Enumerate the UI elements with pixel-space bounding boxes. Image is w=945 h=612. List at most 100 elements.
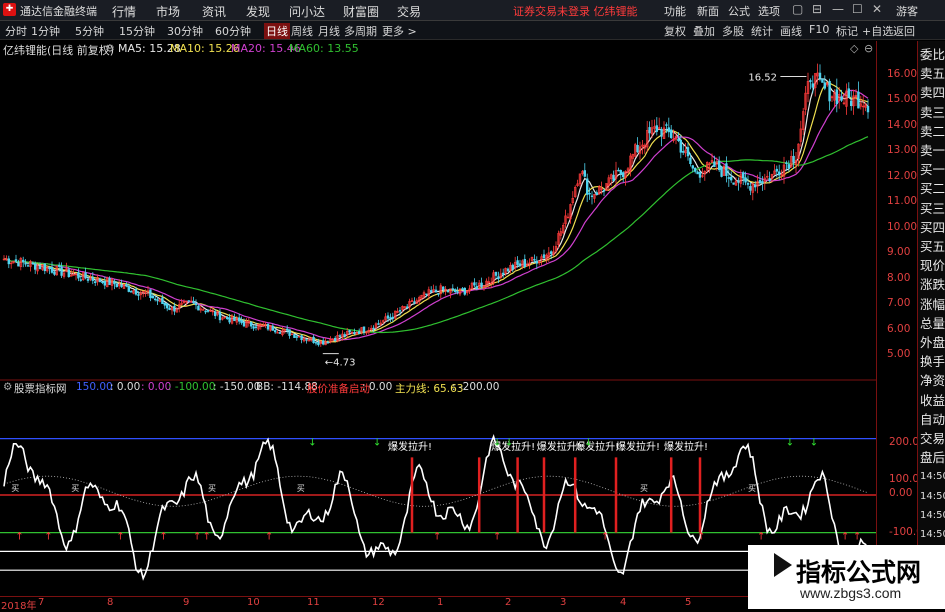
menu-news[interactable]: 资讯 xyxy=(202,3,226,20)
maximize-icon[interactable]: ☐ xyxy=(852,2,863,16)
price-tick: 16.00 xyxy=(887,68,918,80)
menu-options[interactable]: 选项 xyxy=(758,3,780,19)
candle-body xyxy=(154,298,157,301)
side-label[interactable]: 现价 xyxy=(920,258,945,274)
candle-body xyxy=(60,266,63,276)
menu-function[interactable]: 功能 xyxy=(664,3,686,19)
candle-body xyxy=(240,319,243,324)
period-multi[interactable]: 多周期 xyxy=(344,23,377,39)
side-label[interactable]: 买五 xyxy=(920,239,945,255)
side-label[interactable]: 涨跌 xyxy=(920,277,945,293)
indicator-value-j: : -200.00 xyxy=(452,381,500,393)
side-label[interactable]: 总量 xyxy=(920,316,945,332)
candle-body xyxy=(523,258,527,268)
btn-overlay[interactable]: 叠加 xyxy=(693,23,715,39)
candle-body xyxy=(463,287,466,295)
candle-body xyxy=(451,288,454,290)
candle-body xyxy=(168,308,171,310)
date-label: 10 xyxy=(247,597,260,608)
candle-body xyxy=(372,327,375,330)
side-label[interactable]: 14:50 xyxy=(920,527,945,543)
btn-mark[interactable]: 标记 xyxy=(836,23,858,39)
period-15min[interactable]: 15分钟 xyxy=(119,23,155,39)
side-label[interactable]: 买二 xyxy=(920,181,945,197)
btn-multi-stock[interactable]: 多股 xyxy=(722,23,744,39)
candle-body xyxy=(228,317,231,323)
side-label[interactable]: 买一 xyxy=(920,162,945,178)
date-label: 1 xyxy=(437,597,444,608)
btn-stats[interactable]: 统计 xyxy=(751,23,773,39)
side-label[interactable]: 14:50 xyxy=(920,469,945,485)
period-60min[interactable]: 60分钟 xyxy=(215,23,251,39)
menu-trade[interactable]: 交易 xyxy=(397,3,421,20)
side-label[interactable]: 卖三 xyxy=(920,105,945,121)
indicator-value-b: : 0.00 xyxy=(110,381,141,393)
btn-draw[interactable]: 画线 xyxy=(780,23,802,39)
candle-body xyxy=(693,167,697,172)
period-weekly[interactable]: 周线 xyxy=(291,23,313,39)
arrow-up-icon: ↑ xyxy=(841,531,849,542)
arrow-down-icon: ↓ xyxy=(493,437,501,448)
side-label[interactable]: 卖四 xyxy=(920,85,945,101)
period-30min[interactable]: 30分钟 xyxy=(167,23,203,39)
guest-label[interactable]: 游客 xyxy=(896,3,918,19)
side-label[interactable]: 涨幅 xyxy=(920,297,945,313)
candle-body xyxy=(453,289,457,292)
indicator-settings-icon[interactable]: ⚙ xyxy=(3,381,12,393)
candle-body xyxy=(679,139,683,153)
side-label[interactable]: 净资 xyxy=(920,373,945,389)
indicator-tick: 0.00 xyxy=(889,487,913,499)
side-label[interactable]: 买三 xyxy=(920,201,945,217)
menubar: ✚ 通达信金融终端 行情 市场 资讯 发现 问小达 财富圈 交易 证券交易未登录… xyxy=(0,0,945,21)
minimize-icon[interactable]: — xyxy=(832,2,844,16)
period-monthly[interactable]: 月线 xyxy=(318,23,340,39)
candle-body xyxy=(821,78,824,83)
btn-restore-right[interactable]: 复权 xyxy=(664,23,686,39)
btn-f10[interactable]: F10 xyxy=(809,23,829,36)
side-label[interactable]: 14:50 xyxy=(920,508,945,524)
menu-market[interactable]: 市场 xyxy=(156,3,180,20)
candle-body xyxy=(214,311,217,317)
btn-add-favorite[interactable]: +自选 xyxy=(862,23,893,39)
menu-formula[interactable]: 公式 xyxy=(728,3,750,19)
buy-mark: 买 xyxy=(11,484,19,493)
candle-body xyxy=(305,339,308,341)
price-chart[interactable]: 16.52←4.73 爆发拉升! 爆发拉升! 爆发拉升!爆发拉升!爆发拉升! 爆发拉升… xyxy=(0,41,876,596)
candle-body xyxy=(317,342,320,346)
btn-back[interactable]: 返回 xyxy=(893,23,915,39)
watermark-title: 指标公式网 xyxy=(796,558,922,587)
side-label[interactable]: 盘后 xyxy=(920,450,945,466)
candle-body xyxy=(732,182,735,185)
menu-discover[interactable]: 发现 xyxy=(246,3,270,20)
side-label[interactable]: 卖二 xyxy=(920,124,945,140)
side-label[interactable]: 委比 xyxy=(920,47,945,63)
period-5min[interactable]: 5分钟 xyxy=(75,23,104,39)
candle-body xyxy=(497,276,500,279)
side-label[interactable]: 收益 xyxy=(920,393,945,409)
period-daily[interactable]: 日线 xyxy=(264,23,290,39)
login-status[interactable]: 证券交易未登录 亿纬锂能 xyxy=(513,3,638,19)
side-label[interactable]: 14:50 xyxy=(920,489,945,505)
candle-body xyxy=(473,282,476,286)
buy-mark: 买 xyxy=(297,484,305,493)
period-1min[interactable]: 1分钟 xyxy=(31,23,60,39)
menu-wealth[interactable]: 财富圈 xyxy=(343,3,379,20)
period-more[interactable]: 更多 > xyxy=(382,23,417,39)
side-label[interactable]: 卖一 xyxy=(920,143,945,159)
side-label[interactable]: 交易 xyxy=(920,431,945,447)
close-icon[interactable]: ✕ xyxy=(872,2,882,16)
side-label[interactable]: 买四 xyxy=(920,220,945,236)
period-toolbar: 分时 1分钟 5分钟 15分钟 30分钟 60分钟 日线 周线 月线 多周期 更… xyxy=(0,21,945,40)
menu-new-page[interactable]: 新面 xyxy=(697,3,719,19)
user-icon[interactable]: ▢ xyxy=(792,2,803,16)
candle-body xyxy=(602,190,606,192)
side-label[interactable]: 自动 xyxy=(920,412,945,428)
period-timeshare[interactable]: 分时 xyxy=(5,23,27,39)
window-icon[interactable]: ⊟ xyxy=(812,2,822,16)
side-label[interactable]: 卖五 xyxy=(920,66,945,82)
candle-body xyxy=(753,184,757,188)
side-label[interactable]: 换手 xyxy=(920,354,945,370)
menu-quote[interactable]: 行情 xyxy=(112,3,136,20)
side-label[interactable]: 外盘 xyxy=(920,335,945,351)
menu-ask[interactable]: 问小达 xyxy=(289,3,325,20)
